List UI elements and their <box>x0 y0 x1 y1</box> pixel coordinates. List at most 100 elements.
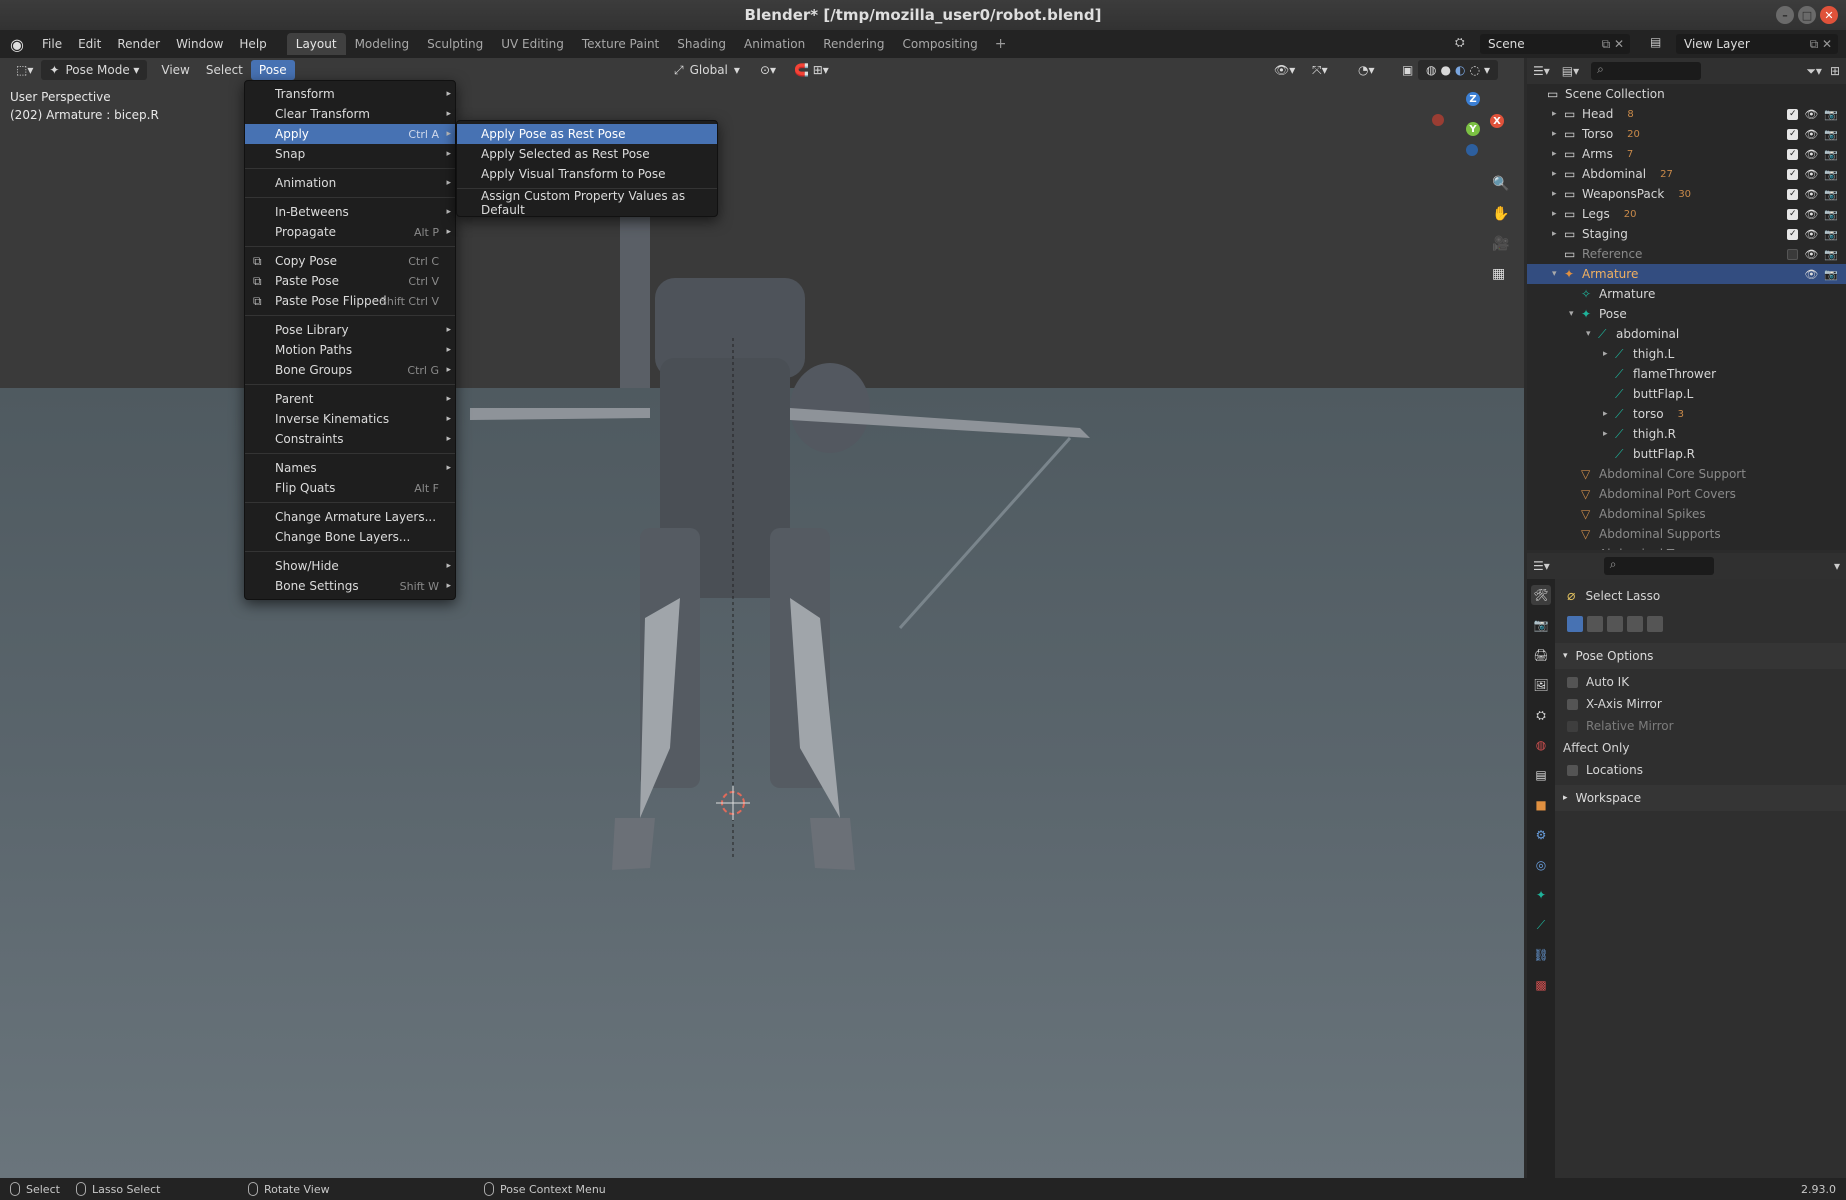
exclude-checkbox[interactable]: ✓ <box>1787 168 1799 180</box>
bone-constraint-tab-icon[interactable]: ⛓ <box>1531 945 1551 965</box>
zoom-icon[interactable]: 🔍 <box>1492 176 1509 192</box>
camera-icon[interactable]: 📷 <box>1824 188 1838 201</box>
menu-item-pose-library[interactable]: Pose Library ▸ <box>245 320 455 340</box>
outliner-row-abdominal-core-support[interactable]: ▽ Abdominal Core Support <box>1527 464 1846 484</box>
expand-toggle-icon[interactable]: ▸ <box>1552 209 1564 219</box>
outliner-row-flamethrower[interactable]: ⟋ flameThrower <box>1527 364 1846 384</box>
scene-selector[interactable]: Scene ⧉ ✕ <box>1480 34 1630 54</box>
tab-texture-paint[interactable]: Texture Paint <box>573 33 668 55</box>
expand-toggle-icon[interactable]: ▸ <box>1552 229 1564 239</box>
camera-icon[interactable]: 📷 <box>1824 268 1838 281</box>
expand-toggle-icon[interactable]: ▸ <box>1552 109 1564 119</box>
eye-icon[interactable]: 👁 <box>1804 168 1818 181</box>
extend-selection-icon[interactable] <box>1587 616 1603 632</box>
render-tab-icon[interactable]: 📷 <box>1531 615 1551 635</box>
scene-tab-icon[interactable]: ⛭ <box>1531 705 1551 725</box>
tab-shading[interactable]: Shading <box>668 33 735 55</box>
menu-item-motion-paths[interactable]: Motion Paths ▸ <box>245 340 455 360</box>
eye-icon[interactable]: 👁 <box>1804 268 1818 281</box>
outliner-row-arms[interactable]: ▸ ▭ Arms 7 ✓ 👁 📷 <box>1527 144 1846 164</box>
menu-item-parent[interactable]: Parent ▸ <box>245 389 455 409</box>
camera-view-icon[interactable]: 🎥 <box>1492 236 1509 252</box>
outliner-row-thigh-l[interactable]: ▸ ⟋ thigh.L <box>1527 344 1846 364</box>
view-layer-icon[interactable]: ▤ <box>1650 35 1661 49</box>
menu-item-inverse-kinematics[interactable]: Inverse Kinematics ▸ <box>245 409 455 429</box>
outliner-row-staging[interactable]: ▸ ▭ Staging ✓ 👁 📷 <box>1527 224 1846 244</box>
outliner-row-abdominal[interactable]: ▾ ⟋ abdominal <box>1527 324 1846 344</box>
expand-toggle-icon[interactable]: ▾ <box>1569 309 1581 319</box>
output-tab-icon[interactable]: 🖨 <box>1531 645 1551 665</box>
outliner-row-pose[interactable]: ▾ ✦ Pose <box>1527 304 1846 324</box>
expand-toggle-icon[interactable]: ▸ <box>1552 169 1564 179</box>
expand-toggle-icon[interactable]: ▸ <box>1552 129 1564 139</box>
camera-icon[interactable]: 📷 <box>1824 208 1838 221</box>
menu-item-change-armature-layers[interactable]: Change Armature Layers... <box>245 507 455 527</box>
gizmo-z-axis[interactable]: Z <box>1466 92 1480 106</box>
exclude-checkbox[interactable] <box>1787 248 1799 260</box>
tool-tab-icon[interactable]: 🛠 <box>1531 585 1551 605</box>
3d-viewport[interactable]: ⬚▾ ✦ Pose Mode ▾ View Select Pose ⤢ Glob… <box>0 58 1524 1178</box>
menu-item-assign-custom-property-values-as-default[interactable]: Assign Custom Property Values as Default <box>457 189 717 217</box>
gizmo-x-axis[interactable]: X <box>1490 114 1504 128</box>
menu-item-bone-settings[interactable]: Bone Settings Shift W ▸ <box>245 576 455 596</box>
pose-options-panel-header[interactable]: ▾ Pose Options <box>1555 643 1846 669</box>
tab-uv-editing[interactable]: UV Editing <box>492 33 573 55</box>
menu-item-snap[interactable]: Snap ▸ <box>245 144 455 164</box>
relative-mirror-checkbox[interactable]: Relative Mirror <box>1555 715 1846 737</box>
camera-icon[interactable]: 📷 <box>1824 228 1838 241</box>
workspace-panel-header[interactable]: ▸ Workspace <box>1555 785 1846 811</box>
properties-search-input[interactable]: ⌕ <box>1603 557 1714 575</box>
eye-icon[interactable]: 👁 <box>1804 188 1818 201</box>
gizmo-neg-z-axis[interactable] <box>1466 144 1478 156</box>
tab-sculpting[interactable]: Sculpting <box>418 33 492 55</box>
menu-item-change-bone-layers[interactable]: Change Bone Layers... <box>245 527 455 547</box>
menu-item-paste-pose[interactable]: ⧉ Paste Pose Ctrl V <box>245 271 455 291</box>
outliner-row-abdominal-port-covers[interactable]: ▽ Abdominal Port Covers <box>1527 484 1846 504</box>
object-data-tab-icon[interactable]: ✦ <box>1531 885 1551 905</box>
locations-box[interactable] <box>1567 764 1578 776</box>
outliner-row-torso[interactable]: ▸ ⟋ torso 3 <box>1527 404 1846 424</box>
camera-icon[interactable]: 📷 <box>1824 248 1838 261</box>
outliner-row-armature[interactable]: ✧ Armature <box>1527 284 1846 304</box>
expand-toggle-icon[interactable]: ▸ <box>1603 429 1615 439</box>
menu-item-in-betweens[interactable]: In-Betweens ▸ <box>245 202 455 222</box>
expand-toggle-icon[interactable]: ▸ <box>1603 409 1615 419</box>
outliner-row-legs[interactable]: ▸ ▭ Legs 20 ✓ 👁 📷 <box>1527 204 1846 224</box>
minimize-button[interactable]: – <box>1776 6 1794 24</box>
x-axis-mirror-checkbox[interactable]: X-Axis Mirror <box>1555 693 1846 715</box>
maximize-button[interactable]: □ <box>1798 6 1816 24</box>
gizmo-y-axis[interactable]: Y <box>1466 122 1480 136</box>
menu-help[interactable]: Help <box>231 37 274 51</box>
exclude-checkbox[interactable]: ✓ <box>1787 188 1799 200</box>
view-layer-selector[interactable]: View Layer ⧉ ✕ <box>1676 34 1838 54</box>
pan-hand-icon[interactable]: ✋ <box>1492 206 1509 222</box>
eye-icon[interactable]: 👁 <box>1804 148 1818 161</box>
set-selection-icon[interactable] <box>1567 616 1583 632</box>
filter-icon[interactable]: ⏷▾ <box>1806 64 1822 79</box>
menu-item-transform[interactable]: Transform ▸ <box>245 84 455 104</box>
menu-item-apply-visual-transform-to-pose[interactable]: Apply Visual Transform to Pose <box>457 164 717 184</box>
scene-copy-icon[interactable]: ⧉ ✕ <box>1602 37 1624 52</box>
eye-icon[interactable]: 👁 <box>1804 108 1818 121</box>
outliner-row-weaponspack[interactable]: ▸ ▭ WeaponsPack 30 ✓ 👁 📷 <box>1527 184 1846 204</box>
invert-selection-icon[interactable] <box>1627 616 1643 632</box>
collection-tab-icon[interactable]: ▤ <box>1531 765 1551 785</box>
physics-tab-icon[interactable]: ◎ <box>1531 855 1551 875</box>
outliner-row-armature[interactable]: ▾ ✦ Armature 👁 📷 <box>1527 264 1846 284</box>
ortho-grid-icon[interactable]: ▦ <box>1492 266 1505 282</box>
tab-modeling[interactable]: Modeling <box>346 33 419 55</box>
tab-layout[interactable]: Layout <box>286 33 346 55</box>
auto-ik-checkbox[interactable]: Auto IK <box>1555 671 1846 693</box>
eye-icon[interactable]: 👁 <box>1804 248 1818 261</box>
menu-item-clear-transform[interactable]: Clear Transform ▸ <box>245 104 455 124</box>
menu-item-apply-selected-as-rest-pose[interactable]: Apply Selected as Rest Pose <box>457 144 717 164</box>
scene-icon[interactable]: ⛭ <box>1455 35 1465 50</box>
menu-item-paste-pose-flipped[interactable]: ⧉ Paste Pose Flipped Shift Ctrl V <box>245 291 455 311</box>
outliner-row-buttflap-r[interactable]: ⟋ buttFlap.R <box>1527 444 1846 464</box>
outliner-row-scene-collection[interactable]: ▭ Scene Collection <box>1527 84 1846 104</box>
view-layer-tab-icon[interactable]: 🖼 <box>1531 675 1551 695</box>
exclude-checkbox[interactable]: ✓ <box>1787 208 1799 220</box>
expand-toggle-icon[interactable]: ▾ <box>1552 269 1564 279</box>
outliner-search-input[interactable]: ⌕ <box>1591 62 1702 80</box>
outliner-row-abdominal-supports[interactable]: ▽ Abdominal Supports <box>1527 524 1846 544</box>
